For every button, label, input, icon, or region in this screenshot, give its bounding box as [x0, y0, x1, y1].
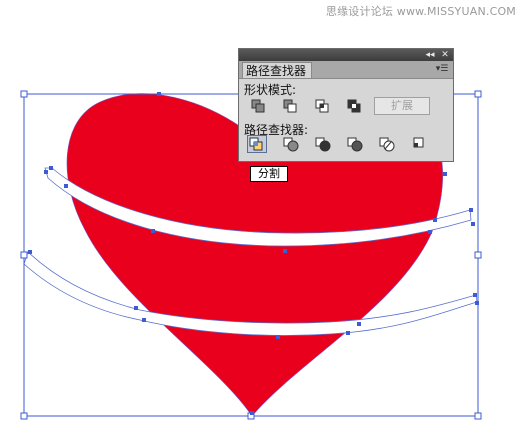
pathfinder-panel: ◂◂ ✕ 路径查找器 ▾☰ 形状模式: 扩展 路径查找器:	[238, 48, 454, 162]
trim-icon[interactable]	[281, 135, 301, 153]
close-icon[interactable]: ✕	[439, 49, 451, 61]
panel-titlebar[interactable]: ◂◂ ✕	[239, 49, 453, 61]
tooltip-divide: 分割	[250, 166, 288, 182]
intersect-icon[interactable]	[313, 97, 333, 115]
minus-front-icon[interactable]	[281, 97, 301, 115]
shape-modes-label: 形状模式:	[244, 83, 297, 97]
minus-back-icon[interactable]	[409, 135, 429, 153]
double-chevron-icon[interactable]: ◂◂	[423, 49, 437, 61]
outline-icon[interactable]	[377, 135, 397, 153]
unite-icon[interactable]	[249, 97, 269, 115]
exclude-icon[interactable]	[345, 97, 365, 115]
merge-icon[interactable]	[313, 135, 333, 153]
artboard-canvas[interactable]: 思缘设计论坛 www.MISSYUAN.COM ◂◂ ✕ 路径查找器 ▾☰ 形状…	[0, 0, 522, 442]
watermark-text: 思缘设计论坛 www.MISSYUAN.COM	[325, 5, 516, 18]
tab-pathfinder[interactable]: 路径查找器	[242, 62, 312, 78]
expand-button[interactable]: 扩展	[374, 97, 430, 115]
crop-icon[interactable]	[345, 135, 365, 153]
panel-menu-icon[interactable]: ▾☰	[434, 62, 450, 76]
divide-icon[interactable]	[247, 135, 267, 153]
panel-tab-row: 路径查找器 ▾☰	[239, 61, 453, 79]
